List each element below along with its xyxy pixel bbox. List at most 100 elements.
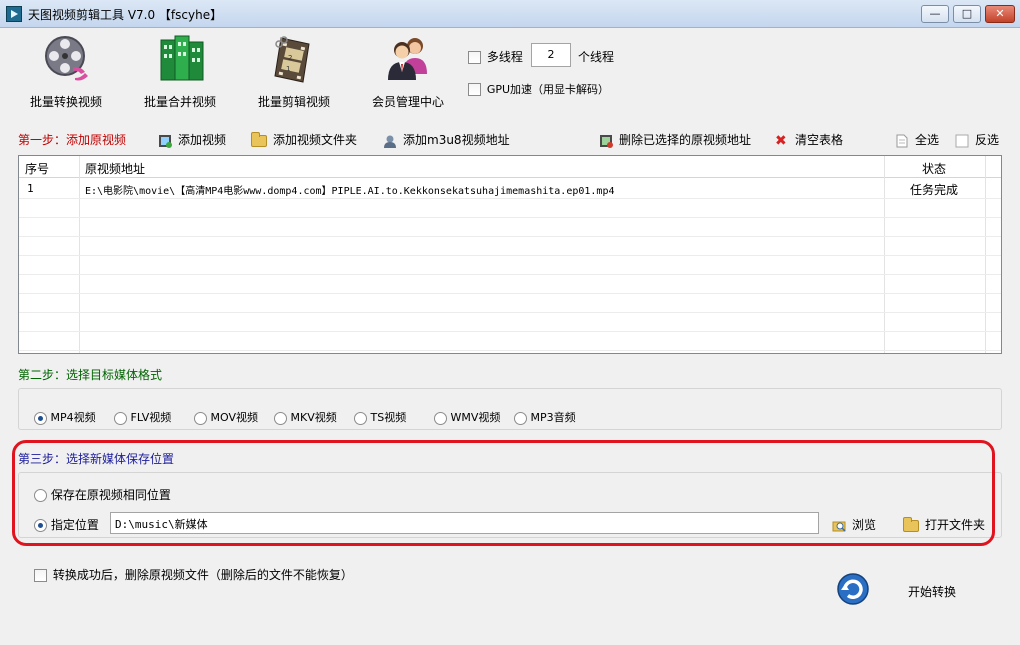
clear-table-button[interactable]: ✖ 清空表格 — [775, 131, 843, 148]
format-option-mkv[interactable]: MKV视频 — [274, 409, 337, 425]
row-divider — [19, 217, 1001, 218]
format-option-flv[interactable]: FLV视频 — [114, 409, 171, 425]
film-reel-icon — [45, 36, 88, 81]
member-center-button[interactable]: 会员管理中心 — [358, 34, 458, 112]
open-folder-label: 打开文件夹 — [925, 518, 986, 532]
format-label: MOV视频 — [210, 411, 258, 424]
format-label: WMV视频 — [450, 411, 501, 424]
table-header: 序号 原视频地址 状态 — [19, 156, 1001, 178]
network-user-icon — [384, 135, 396, 148]
browse-label: 浏览 — [852, 518, 877, 532]
thread-unit-label: 个线程 — [578, 50, 615, 64]
delete-after-convert-checkbox[interactable] — [34, 569, 47, 582]
batch-convert-button[interactable]: 批量转换视频 — [16, 34, 116, 112]
add-folder-button[interactable]: 添加视频文件夹 — [251, 131, 357, 148]
format-option-ts[interactable]: TS视频 — [354, 409, 406, 425]
add-m3u8-label: 添加m3u8视频地址 — [403, 133, 510, 147]
delete-after-convert-label: 转换成功后，删除原视频文件（删除后的文件不能恢复） — [52, 568, 353, 582]
film-delete-icon — [600, 134, 613, 148]
row-divider — [19, 255, 1001, 256]
document-icon — [896, 134, 908, 147]
folder-add-icon — [251, 131, 267, 147]
start-convert-label: 开始转换 — [908, 585, 957, 599]
select-all-label: 全选 — [915, 133, 940, 147]
invert-select-button[interactable]: 反选 — [955, 131, 999, 148]
select-all-button[interactable]: 全选 — [895, 131, 939, 148]
browse-button[interactable]: 浏览 — [832, 516, 876, 533]
format-option-mp4[interactable]: MP4视频 — [34, 409, 96, 425]
same-location-radio[interactable] — [34, 489, 47, 502]
column-header-index[interactable]: 序号 — [25, 160, 49, 177]
merge-grid-icon — [160, 35, 204, 81]
window-title: 天图视频剪辑工具 V7.0 【fscyhe】 — [28, 8, 223, 22]
format-label: MKV视频 — [290, 411, 337, 424]
step3-title: 第三步：选择新媒体保存位置 — [18, 452, 175, 466]
specify-location-option[interactable]: 指定位置 — [34, 516, 99, 533]
row-divider — [19, 312, 1001, 313]
format-radio[interactable] — [34, 411, 47, 425]
start-convert-button[interactable]: 开始转换 — [836, 572, 966, 608]
format-radio[interactable] — [194, 411, 207, 425]
format-radio[interactable] — [514, 411, 527, 425]
close-x-icon: ✖ — [775, 132, 787, 149]
thread-count-input[interactable]: 2 — [531, 43, 571, 67]
format-option-wmv[interactable]: WMV视频 — [434, 409, 500, 425]
batch-convert-label: 批量转换视频 — [29, 95, 102, 109]
close-button[interactable]: ✕ — [985, 5, 1015, 23]
format-label: TS视频 — [370, 411, 407, 424]
gpu-checkbox[interactable] — [468, 83, 481, 96]
row-divider — [19, 350, 1001, 351]
gpu-option[interactable]: GPU加速（用显卡解码） — [468, 81, 609, 97]
batch-clip-button[interactable]: 2 1 批量剪辑视频 — [244, 34, 344, 112]
delete-selected-button[interactable]: 删除已选择的原视频地址 — [599, 131, 751, 148]
same-location-label: 保存在原视频相同位置 — [50, 488, 171, 502]
open-folder-button[interactable]: 打开文件夹 — [903, 516, 985, 533]
invert-select-label: 反选 — [975, 133, 1000, 147]
specify-location-radio[interactable] — [34, 519, 47, 532]
row-path[interactable]: E:\电影院\movie\【高清MP4电影www.domp4.com】PIPLE… — [85, 182, 615, 197]
format-label: FLV视频 — [130, 411, 172, 424]
minimize-button[interactable]: — — [921, 5, 949, 23]
add-video-button[interactable]: 添加视频 — [158, 131, 226, 148]
app-icon — [6, 6, 22, 22]
multithread-label: 多线程 — [486, 50, 523, 64]
row-divider — [19, 293, 1001, 294]
delete-selected-label: 删除已选择的原视频地址 — [619, 133, 752, 147]
format-radio[interactable] — [114, 411, 127, 425]
video-table[interactable]: 序号 原视频地址 状态 1 E:\电影院\movie\【高清MP4电影www.d… — [18, 155, 1002, 354]
row-divider — [19, 198, 1001, 199]
delete-after-convert-option[interactable]: 转换成功后，删除原视频文件（删除后的文件不能恢复） — [34, 566, 353, 583]
maximize-button[interactable]: □ — [953, 5, 981, 23]
format-radio[interactable] — [434, 411, 447, 425]
row-divider — [19, 274, 1001, 275]
step2-title: 第二步：选择目标媒体格式 — [18, 368, 163, 382]
multithread-checkbox[interactable] — [468, 51, 481, 64]
gpu-label: GPU加速（用显卡解码） — [486, 83, 610, 96]
format-label: MP4视频 — [50, 411, 96, 424]
svg-text:2: 2 — [288, 54, 292, 62]
refresh-icon — [837, 573, 869, 605]
users-icon — [388, 38, 427, 80]
row-divider — [19, 236, 1001, 237]
format-option-mov[interactable]: MOV视频 — [194, 409, 258, 425]
multithread-option[interactable]: 多线程 — [468, 48, 523, 65]
format-label: MP3音频 — [530, 411, 576, 424]
save-path-input[interactable]: D:\music\新媒体 — [110, 512, 819, 534]
row-status[interactable]: 任务完成 — [910, 181, 958, 198]
add-m3u8-button[interactable]: 添加m3u8视频地址 — [383, 131, 510, 148]
row-index[interactable]: 1 — [27, 182, 34, 195]
batch-clip-label: 批量剪辑视频 — [257, 95, 330, 109]
format-radio[interactable] — [274, 411, 287, 425]
add-video-label: 添加视频 — [178, 133, 227, 147]
title-bar: 天图视频剪辑工具 V7.0 【fscyhe】 — □ ✕ — [0, 0, 1020, 28]
column-header-status[interactable]: 状态 — [922, 160, 946, 177]
same-location-option[interactable]: 保存在原视频相同位置 — [34, 486, 171, 503]
format-radio[interactable] — [354, 411, 367, 425]
format-option-mp3[interactable]: MP3音频 — [514, 409, 576, 425]
step1-title: 第一步：添加原视频 — [18, 133, 127, 147]
batch-merge-button[interactable]: 批量合并视频 — [130, 34, 230, 112]
add-folder-label: 添加视频文件夹 — [273, 133, 358, 147]
film-add-icon — [159, 134, 172, 148]
row-divider — [19, 331, 1001, 332]
column-header-path[interactable]: 原视频地址 — [85, 160, 145, 177]
